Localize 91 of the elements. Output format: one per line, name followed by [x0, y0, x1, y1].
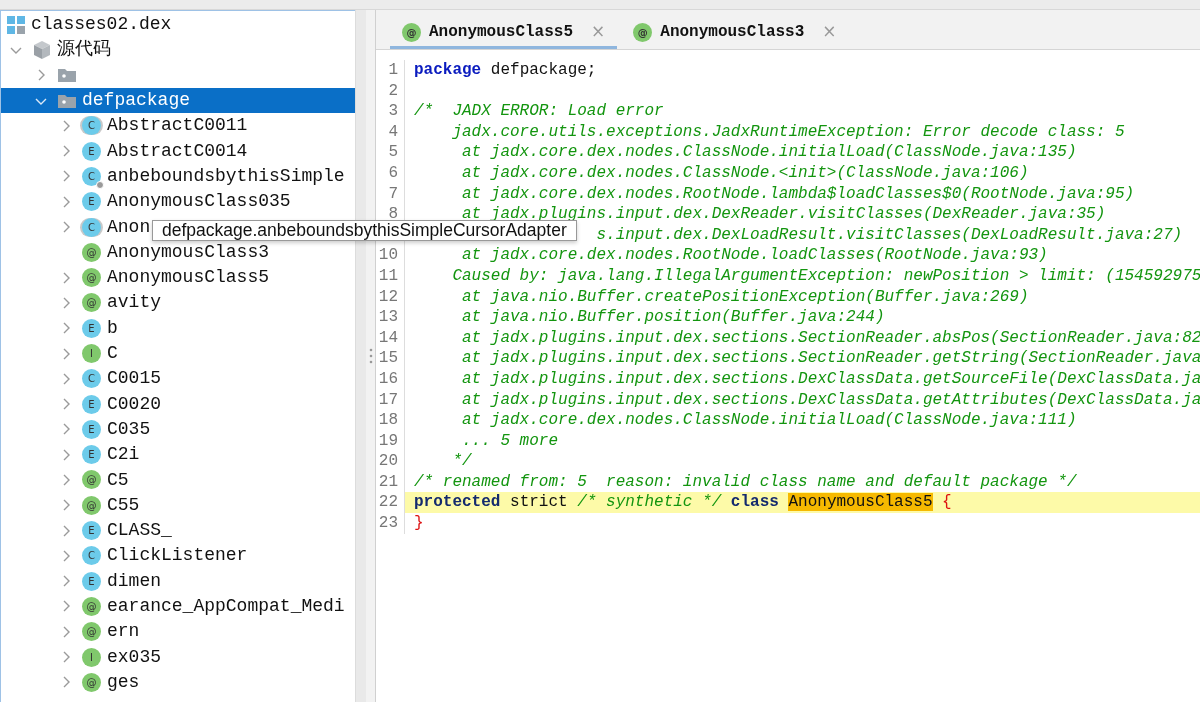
class-type-icon: E	[82, 318, 101, 338]
class-type-icon: @	[82, 293, 101, 313]
class-type-icon: E	[82, 141, 101, 161]
code-line: */	[451, 451, 473, 472]
class-type-icon: C	[82, 116, 101, 136]
tooltip: defpackage.anbeboundsbythisSimpleCursorAdapter	[152, 220, 577, 241]
class-type-icon: C	[82, 217, 101, 237]
tab-label: AnonymousClass5	[429, 22, 574, 43]
code-line: at jadx.plugins.input.dex.sections.DexClassData.getAttributes(DexClassData.ja	[461, 389, 1200, 411]
line-number: 19	[376, 430, 405, 452]
line-number: 10	[376, 245, 405, 266]
class-type-icon: @	[82, 495, 101, 515]
line-number: 17	[376, 389, 405, 411]
code-line: Caused by: java.lang.IllegalArgumentException: newPosition > limit: (154592975	[451, 265, 1200, 287]
class-type-icon: E	[82, 394, 101, 414]
tree-item[interactable]: C ClickListener	[1, 543, 355, 569]
code-line: package defpackage;	[413, 60, 598, 81]
line-number: 23	[376, 513, 405, 534]
class-type-icon: I	[82, 647, 101, 667]
tree-item[interactable]: @ AnonymousClass5	[1, 264, 355, 291]
tree-item[interactable]: @ ges	[1, 669, 355, 695]
line-number: 20	[376, 451, 405, 472]
tree-item[interactable]: @ ern	[1, 619, 355, 645]
tree-item[interactable]: C AbstractC0011	[1, 113, 355, 139]
annotation-icon: @	[402, 22, 421, 42]
class-type-icon: C	[82, 546, 101, 566]
cube-icon	[32, 39, 52, 60]
annotation-icon: @	[633, 22, 653, 42]
code-line: at jadx.core.dex.nodes.ClassNode.initialLoad(ClassNode.java:135)	[461, 142, 1078, 163]
editor-tab[interactable]: @ AnonymousClass5 ×	[390, 18, 618, 49]
code-line: at java.nio.Buffer.position(Buffer.java:244)	[461, 307, 886, 328]
line-number: 13	[376, 307, 405, 328]
class-type-icon: E	[82, 521, 101, 541]
code-line: jadx.core.utils.exceptions.JadxRuntimeException: Error decode class: 5	[451, 121, 1126, 143]
code-line: at jadx.core.dex.nodes.ClassNode.initialLoad(ClassNode.java:111)	[461, 410, 1078, 431]
tree-item[interactable]: @ C5	[1, 467, 355, 493]
code-line: /* renamed from: 5 reason: invalid class name and default package */	[413, 471, 1078, 493]
code-line: at jadx.plugins.input.dex.sections.SectionReader.getString(SectionReader.java	[461, 348, 1200, 369]
class-type-icon: E	[82, 571, 101, 591]
class-type-icon: I	[82, 344, 101, 363]
tree-item[interactable]: E AbstractC0014	[1, 138, 355, 164]
code-line: at jadx.plugins.input.dex.sections.SectionReader.absPos(SectionReader.java:82	[461, 327, 1200, 349]
tree-item[interactable]: E b	[1, 315, 355, 341]
class-type-icon: @	[82, 672, 101, 692]
line-number: 11	[376, 265, 405, 287]
class-type-icon: @	[82, 596, 101, 616]
class-type-icon: E	[82, 445, 101, 465]
class-type-icon: @	[82, 470, 101, 490]
class-type-icon: @	[82, 242, 101, 262]
code-line: at java.nio.Buffer.createPositionException(Buffer.java:269)	[461, 286, 1030, 308]
line-number: 22	[376, 492, 405, 514]
line-number: 15	[376, 348, 405, 369]
grid-icon	[6, 14, 26, 35]
line-number: 16	[376, 368, 405, 390]
code-line: at jadx.core.dex.nodes.RootNode.lambda$loadClasses$0(RootNode.java:95)	[461, 183, 1136, 205]
code-line: ... 5 more	[461, 430, 560, 452]
class-type-icon: C	[82, 369, 101, 389]
tree-item[interactable]: 源代码	[1, 37, 355, 63]
tree-item[interactable]: C C0015	[1, 366, 355, 392]
tree-item[interactable]: @ AnonymousClass3	[1, 239, 355, 265]
tree-item[interactable]: C anbeboundsbythisSimple	[1, 163, 355, 190]
tree-item[interactable]: @ C55	[1, 492, 355, 518]
tree-item[interactable]: E C035	[1, 416, 355, 443]
grip-icon[interactable]	[368, 347, 373, 365]
tree-item[interactable]: E C0020	[1, 391, 355, 417]
code-line: }	[413, 513, 425, 534]
code-line: at jadx.core.dex.nodes.ClassNode.<init>(ClassNode.java:106)	[461, 162, 1030, 184]
code-line: at jadx.core.dex.nodes.RootNode.loadClasses(RootNode.java:93)	[461, 245, 1049, 266]
tab-label: AnonymousClass3	[660, 22, 805, 43]
tree-item[interactable]: defpackage	[1, 87, 355, 114]
class-type-icon: E	[82, 419, 101, 439]
tree-item[interactable]: classes02.dex	[1, 12, 355, 38]
code-line: at jadx.plugins.input.dex.sections.DexClassData.getSourceFile(DexClassData.ja	[461, 368, 1200, 390]
class-type-icon: @	[82, 268, 101, 288]
tree-item[interactable]: @ earance_AppCompat_Medi	[1, 593, 355, 620]
tree-item[interactable]: E dimen	[1, 568, 355, 594]
tree-item[interactable]: E CLASS_	[1, 517, 355, 544]
line-number: 21	[376, 471, 405, 493]
class-type-icon: E	[82, 192, 101, 212]
tree-item[interactable]: E AnonymousClass035	[1, 189, 355, 215]
line-number: 18	[376, 410, 405, 431]
tree-item[interactable]: I C	[1, 340, 355, 367]
line-number: 12	[376, 286, 405, 308]
tree-item[interactable]: E C2i	[1, 442, 355, 468]
class-icon: C	[82, 166, 101, 186]
editor-tab[interactable]: @ AnonymousClass3 ×	[621, 18, 849, 49]
tree-item[interactable]: @ avity	[1, 290, 355, 316]
line-number: 14	[376, 327, 405, 349]
class-type-icon: @	[82, 622, 101, 642]
tree-item[interactable]: I ex035	[1, 644, 355, 670]
code-line: /* JADX ERROR: Load error	[413, 101, 665, 122]
